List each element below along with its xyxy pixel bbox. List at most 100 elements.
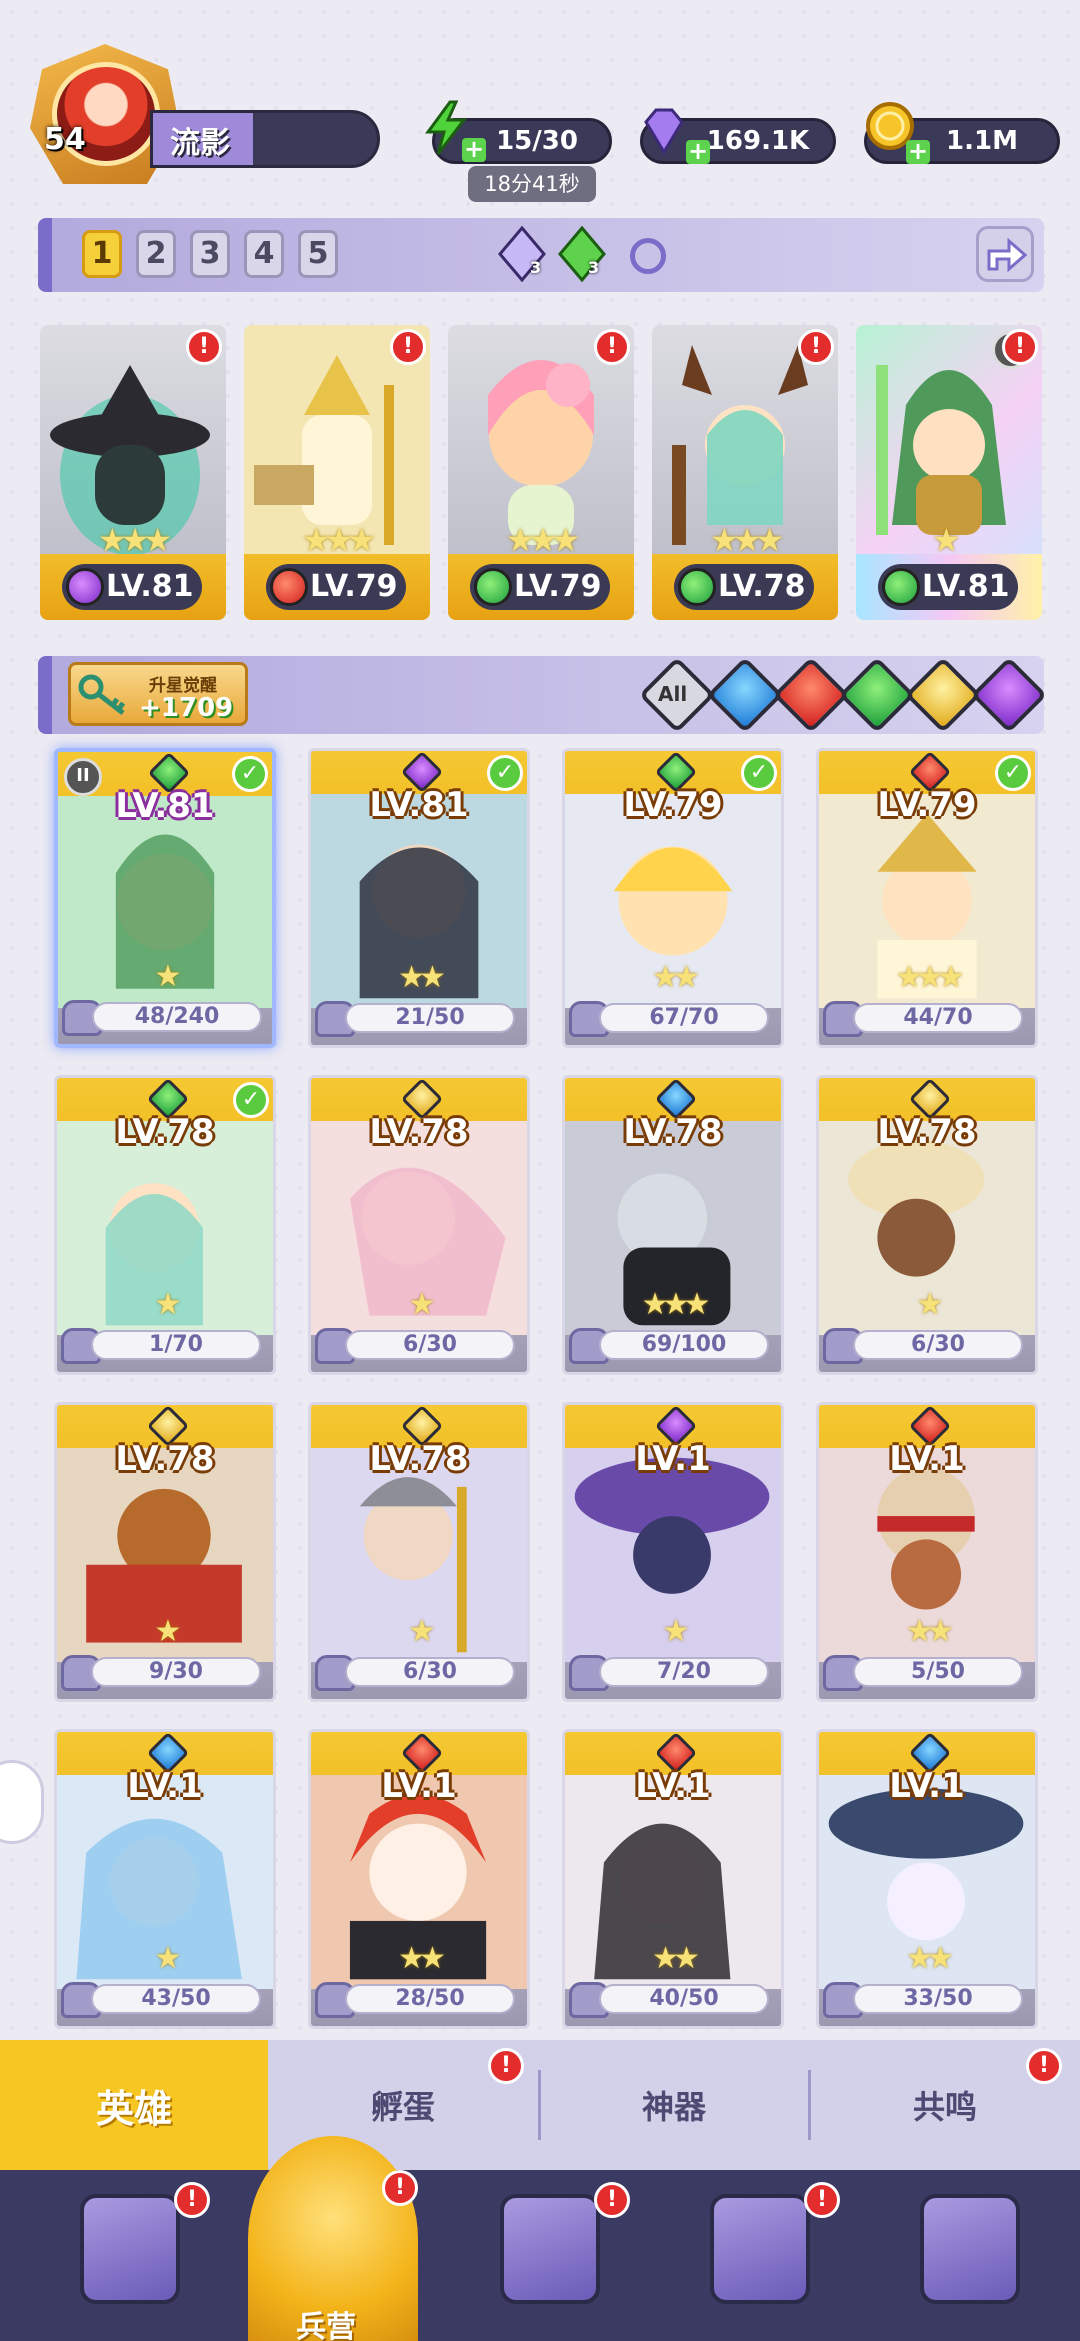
star-rating: ★ bbox=[154, 1941, 182, 1976]
hero-level: LV.1 bbox=[635, 1766, 711, 1806]
hero-card[interactable]: LV.1 ★★ 28/50 bbox=[308, 1729, 530, 2029]
hero-level: LV.1 bbox=[889, 1766, 965, 1806]
alert-icon: ! bbox=[798, 329, 834, 365]
hero-card[interactable]: LV.1 ★ 43/50 bbox=[54, 1729, 276, 2029]
hero-card[interactable]: LV.78 ★ 9/30 bbox=[54, 1402, 276, 1702]
team-slot-5[interactable]: 5 bbox=[298, 230, 338, 278]
gem-plus-icon[interactable]: + bbox=[686, 139, 710, 164]
shard-progress: 69/100 bbox=[599, 1330, 769, 1360]
shard-progress: 6/30 bbox=[853, 1330, 1023, 1360]
gem-icon bbox=[644, 108, 684, 155]
nav-map[interactable]: ! bbox=[460, 2182, 640, 2332]
bottom-navigation: ! ! ! ! bbox=[0, 2136, 1080, 2341]
alert-icon: ! bbox=[390, 329, 426, 365]
nav-cards[interactable]: ! bbox=[40, 2182, 220, 2332]
hero-card[interactable]: ✓ LV.78 ★ 1/70 bbox=[54, 1075, 276, 1375]
player-name: 流影 bbox=[170, 126, 230, 161]
hero-card[interactable]: LV.1 ★ 7/20 bbox=[562, 1402, 784, 1702]
hero-card[interactable]: LV.78 ★ 6/30 bbox=[308, 1075, 530, 1375]
filter-dark-icon[interactable] bbox=[970, 656, 1048, 734]
hero-level: LV.78 bbox=[623, 1112, 723, 1152]
filter-light-icon[interactable] bbox=[904, 656, 982, 734]
hero-card[interactable]: LV.1 ★★ 5/50 bbox=[816, 1402, 1038, 1702]
shard-progress: 33/50 bbox=[853, 1984, 1023, 2014]
team-hero-card-4[interactable]: ! ★★★ LV.78 bbox=[652, 325, 838, 620]
mushroom-icon bbox=[920, 2194, 1020, 2304]
team-slot-2[interactable]: 2 bbox=[136, 230, 176, 278]
hero-level: LV.78 bbox=[369, 1112, 469, 1152]
nav-mushroom[interactable] bbox=[880, 2182, 1060, 2332]
gold-value: 1.1M bbox=[946, 126, 1018, 156]
nav-castle[interactable]: ! bbox=[670, 2182, 850, 2332]
team-hero-level: LV.79 bbox=[514, 569, 602, 604]
green-crystal-count: 3 bbox=[588, 258, 600, 277]
hero-level: LV.78 bbox=[115, 1439, 215, 1479]
hero-level: LV.81 bbox=[115, 786, 215, 826]
alert-icon: ! bbox=[594, 329, 630, 365]
star-rating: ★ bbox=[154, 1287, 182, 1322]
hero-level: LV.81 bbox=[369, 785, 469, 825]
floating-helper-bubble[interactable] bbox=[0, 1760, 44, 1844]
star-rating: ★★ bbox=[906, 1941, 954, 1976]
hero-level: LV.1 bbox=[381, 1766, 457, 1806]
star-awaken-button[interactable]: 升星觉醒 +1709 bbox=[68, 662, 248, 726]
energy-value: 15/30 bbox=[496, 126, 578, 156]
tab-heroes[interactable]: 英雄 bbox=[0, 2040, 268, 2170]
alert-icon: ! bbox=[804, 2182, 840, 2218]
fire-element-icon bbox=[270, 568, 308, 606]
hero-card[interactable]: ✓ LV.79 ★★ 67/70 bbox=[562, 748, 784, 1048]
nav-barracks-label: 兵营 bbox=[296, 2310, 356, 2341]
hero-card[interactable]: LV.1 ★★ 40/50 bbox=[562, 1729, 784, 2029]
alert-icon: ! bbox=[488, 2048, 524, 2084]
hero-level: LV.78 bbox=[369, 1439, 469, 1479]
alert-icon: ! bbox=[186, 329, 222, 365]
hero-level: LV.1 bbox=[635, 1439, 711, 1479]
team-hero-card-1[interactable]: ! ★★★ LV.81 bbox=[40, 325, 226, 620]
hero-card[interactable]: ✓ LV.79 ★★★ 44/70 bbox=[816, 748, 1038, 1048]
hero-card[interactable]: LV.78 ★ 6/30 bbox=[816, 1075, 1038, 1375]
team-hero-level: LV.78 bbox=[718, 569, 806, 604]
team-slot-4[interactable]: 4 bbox=[244, 230, 284, 278]
share-button[interactable] bbox=[976, 226, 1034, 282]
shard-progress: 7/20 bbox=[599, 1657, 769, 1687]
star-rating: ★★ bbox=[652, 960, 700, 995]
hero-card[interactable]: LV.78 ★ 6/30 bbox=[308, 1402, 530, 1702]
sub-tab-bar: 英雄 孵蛋 神器 共鸣 ! ! bbox=[0, 2040, 1080, 2170]
team-hero-card-5[interactable]: II ! ★ LV.81 bbox=[856, 325, 1042, 620]
hero-card[interactable]: LV.78 ★★★ 69/100 bbox=[562, 1075, 784, 1375]
share-icon bbox=[987, 237, 1028, 273]
purple-crystal-count: 3 bbox=[530, 258, 542, 277]
gold-plus-icon[interactable]: + bbox=[906, 139, 930, 164]
hero-level: LV.78 bbox=[115, 1112, 215, 1152]
team-hero-level: LV.81 bbox=[106, 569, 194, 604]
alert-icon: ! bbox=[382, 2170, 418, 2206]
team-slot-1[interactable]: 1 bbox=[82, 230, 122, 278]
player-level: 54 bbox=[44, 122, 86, 157]
filter-fire-icon[interactable] bbox=[772, 656, 850, 734]
team-hero-card-3[interactable]: ! ★★★ LV.79 bbox=[448, 325, 634, 620]
energy-plus-icon[interactable]: + bbox=[462, 137, 486, 162]
hero-card[interactable]: LV.1 ★★ 33/50 bbox=[816, 1729, 1038, 2029]
shard-progress: 44/70 bbox=[853, 1003, 1023, 1033]
hero-card[interactable]: II ✓ LV.81 ★ 48/240 bbox=[54, 748, 276, 1048]
team-hero-card-2[interactable]: ! ★★★ LV.79 bbox=[244, 325, 430, 620]
search-icon[interactable] bbox=[630, 238, 666, 274]
tab-artifacts[interactable]: 神器 bbox=[540, 2040, 808, 2170]
star-rating: ★ bbox=[916, 1287, 944, 1322]
hero-level: LV.1 bbox=[889, 1439, 965, 1479]
hero-level: LV.79 bbox=[877, 785, 977, 825]
shard-progress: 28/50 bbox=[345, 1984, 515, 2014]
shard-progress: 6/30 bbox=[345, 1330, 515, 1360]
hero-card[interactable]: ✓ LV.81 ★★ 21/50 bbox=[308, 748, 530, 1048]
wind-element-icon bbox=[678, 568, 716, 606]
key-icon bbox=[78, 674, 126, 715]
star-rating: ★ bbox=[154, 1614, 182, 1649]
filter-wind-icon[interactable] bbox=[838, 656, 916, 734]
team-slot-3[interactable]: 3 bbox=[190, 230, 230, 278]
filter-water-icon[interactable] bbox=[706, 656, 784, 734]
shard-progress: 21/50 bbox=[345, 1003, 515, 1033]
awaken-value: +1709 bbox=[139, 693, 234, 723]
map-icon bbox=[500, 2194, 600, 2304]
star-rating: ★★ bbox=[906, 1614, 954, 1649]
dark-element-icon bbox=[66, 568, 104, 606]
